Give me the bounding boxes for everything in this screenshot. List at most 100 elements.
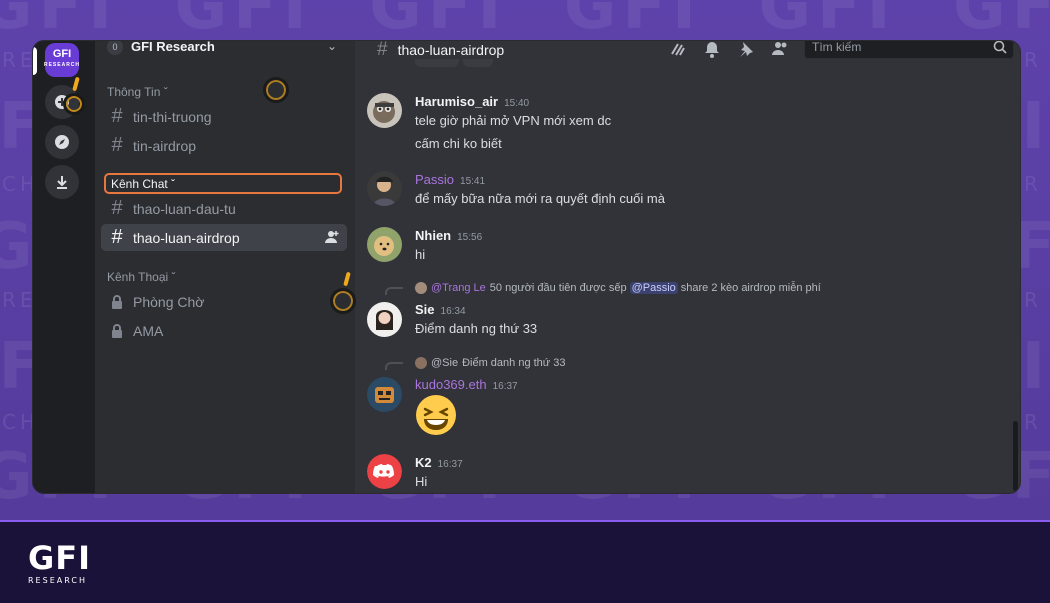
message-text: Hi (415, 474, 428, 489)
category-label: Kênh Thoại (107, 270, 169, 284)
author-name: Harumiso_air (415, 94, 499, 109)
message-time: 15:41 (460, 176, 486, 187)
server-icon-gfi[interactable]: GFI RESEARCH (43, 43, 81, 77)
watermark: GFI GFI GFI GFI GFI GFI (0, 0, 1050, 44)
server-name: GFI Research (131, 40, 215, 54)
message-author[interactable]: Sie 16:34 (415, 302, 466, 317)
hashtag-icon: # (111, 134, 123, 156)
author-name: Nhien (415, 228, 452, 243)
channel-phong-cho[interactable]: Phòng Chờ (101, 288, 347, 315)
channel-tin-thi-truong[interactable]: # tin-thi-truong (101, 103, 347, 130)
author-name: K2 (415, 455, 432, 470)
hashtag-icon: # (377, 40, 388, 60)
author-name: kudo369.eth (415, 377, 487, 392)
reply-author: @Sie (431, 357, 459, 369)
channel-sidebar: 0 GFI Research ⌄ Thông Tin ˇ # tin-thi-tr… (95, 40, 355, 493)
scrollbar[interactable] (1013, 421, 1018, 491)
avatar[interactable] (367, 227, 402, 262)
tutorial-marker (72, 76, 80, 92)
search-placeholder: Tìm kiếm (812, 40, 862, 54)
channel-header: # thao-luan-airdrop Tìm kiếm (355, 40, 1020, 67)
server-icon-text: GFI (52, 48, 72, 60)
message-author[interactable]: Nhien 15:56 (415, 228, 482, 243)
watermark: R (1024, 410, 1042, 434)
channel-label: AMA (133, 322, 164, 339)
message-time: 16:37 (492, 381, 518, 392)
tutorial-ring (330, 288, 356, 314)
lock-icon (109, 294, 125, 309)
members-icon[interactable] (771, 40, 789, 58)
channel-ama[interactable]: AMA (101, 317, 347, 344)
server-icon-subtext: RESEARCH (43, 62, 81, 68)
pin-icon[interactable] (737, 40, 755, 58)
reply-preview[interactable]: @Sie Điểm danh ng thứ 33 (415, 357, 565, 369)
avatar[interactable] (367, 302, 402, 337)
author-name: Sie (415, 302, 435, 317)
channel-label: thao-luan-dau-tu (133, 200, 236, 217)
reply-text: 50 người đầu tiên được sếp (489, 282, 627, 294)
message-author[interactable]: Passio 15:41 (415, 172, 485, 187)
category-label: Thông Tin (107, 85, 161, 99)
reply-preview[interactable]: @Trang Le 50 người đầu tiên được sếp @Pa… (415, 282, 821, 294)
server-rail: GFI RESEARCH (33, 41, 95, 493)
hashtag-icon: # (111, 197, 123, 219)
channel-label: Phòng Chờ (133, 293, 205, 310)
avatar[interactable] (367, 454, 402, 489)
channel-label: tin-thi-truong (133, 108, 212, 125)
threads-icon[interactable] (669, 40, 687, 58)
channel-thao-luan-airdrop[interactable]: # thao-luan-airdrop (101, 224, 347, 251)
channel-thao-luan-dau-tu[interactable]: # thao-luan-dau-tu (101, 195, 347, 222)
reply-text: Điểm danh ng thứ 33 (462, 357, 566, 369)
hashtag-icon: # (111, 226, 123, 248)
selected-server-indicator (33, 47, 37, 75)
chevron-down-icon: ⌄ (327, 40, 338, 53)
channel-title: # thao-luan-airdrop (377, 40, 504, 61)
gfi-logo: GFI RESEARCH (28, 542, 98, 592)
compass-icon (55, 135, 69, 149)
message-text: tele giờ phải mở VPN mới xem dc (415, 113, 612, 128)
message-text: cấm chi ko biết (415, 136, 502, 151)
watermark: R (1024, 288, 1042, 312)
avatar[interactable] (367, 93, 402, 128)
reply-avatar (415, 357, 427, 369)
watermark: R (1024, 172, 1042, 196)
hashtag-icon: # (111, 105, 123, 127)
message-time: 16:37 (437, 459, 463, 470)
logo-subtext: RESEARCH (28, 576, 87, 585)
channel-label: tin-airdrop (133, 137, 197, 154)
brand-footer: GFI RESEARCH (0, 520, 1050, 603)
tutorial-ring (263, 77, 289, 103)
reply-avatar (415, 282, 427, 294)
channel-tin-airdrop[interactable]: # tin-airdrop (101, 132, 347, 159)
download-button[interactable] (45, 165, 79, 199)
category-thong-tin[interactable]: Thông Tin ˇ (107, 85, 168, 99)
discord-window: GFI RESEARCH 0 GFI Research ⌄ Thông Tin … (32, 40, 1021, 494)
bell-icon[interactable] (703, 40, 721, 58)
laughing-emoji-icon (416, 395, 456, 435)
explore-button[interactable] (45, 125, 79, 159)
mention-chip[interactable]: @Passio (629, 282, 678, 294)
channel-label: thao-luan-airdrop (133, 229, 240, 246)
category-kenh-thoai[interactable]: Kênh Thoại ˇ (107, 270, 176, 284)
message-text: Điểm danh ng thứ 33 (415, 321, 538, 336)
author-name: Passio (415, 172, 455, 187)
logo-text: GFI (28, 539, 92, 577)
message-author[interactable]: K2 16:37 (415, 455, 463, 470)
avatar[interactable] (367, 377, 402, 412)
reply-spine (385, 287, 403, 295)
message-time: 16:34 (440, 306, 466, 317)
watermark: R (1024, 48, 1042, 72)
message-time: 15:40 (504, 98, 530, 109)
category-kenh-chat[interactable]: Kênh Chat ˇ (104, 173, 342, 194)
reply-author: @Trang Le (431, 282, 486, 294)
message-author[interactable]: Harumiso_air 15:40 (415, 94, 529, 109)
lock-icon (109, 323, 125, 338)
server-header[interactable]: 0 GFI Research ⌄ (95, 40, 355, 55)
reply-spine (385, 362, 403, 370)
search-input[interactable]: Tìm kiếm (804, 40, 1014, 59)
scroll-fade (415, 59, 459, 67)
scroll-fade (463, 59, 493, 67)
add-member-icon[interactable] (325, 230, 339, 247)
message-author[interactable]: kudo369.eth 16:37 (415, 377, 518, 392)
avatar[interactable] (367, 171, 402, 206)
